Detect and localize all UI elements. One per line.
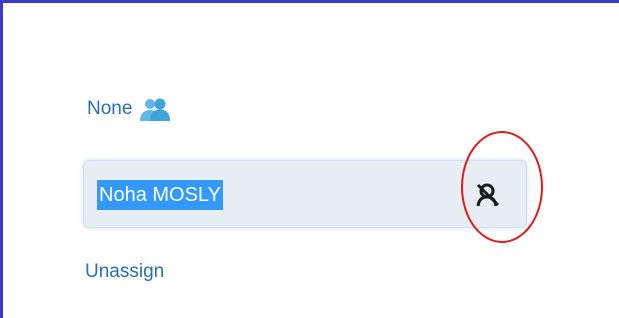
panel-frame: None Noha MOSLY Unassign <box>0 0 619 318</box>
unassign-link[interactable]: Unassign <box>85 261 164 283</box>
assignee-row: None <box>87 95 172 123</box>
assignee-label: None <box>87 98 133 119</box>
annotation-circle <box>461 131 543 243</box>
assignee-search-value[interactable]: Noha MOSLY <box>97 180 223 210</box>
person-icon <box>138 96 172 122</box>
